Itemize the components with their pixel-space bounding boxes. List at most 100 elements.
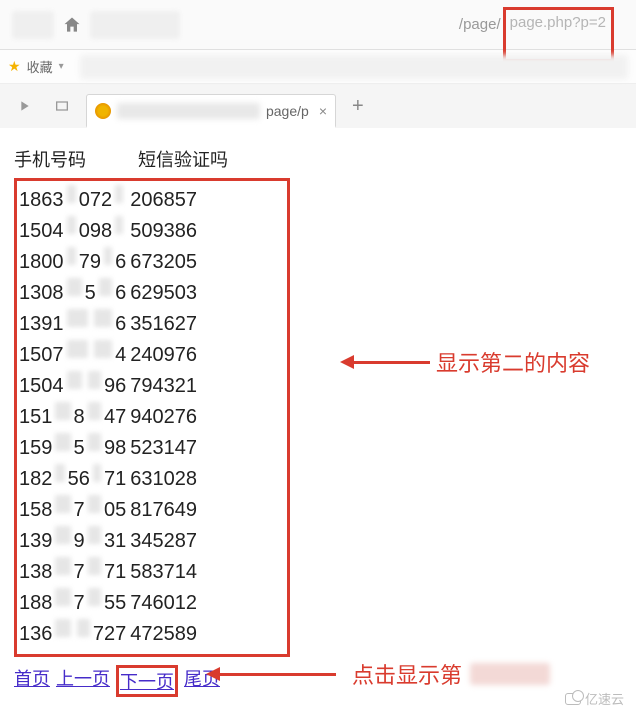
phone-blur xyxy=(55,402,70,420)
phone-part3: 6 xyxy=(115,278,126,309)
phone-part2: 5 xyxy=(74,433,85,464)
phone-part1: 1863 xyxy=(19,185,64,216)
page-next-link[interactable]: 下一页 xyxy=(120,672,174,692)
sms-code: 629503 xyxy=(130,278,197,309)
bookmark-label[interactable]: 收藏 xyxy=(27,57,53,76)
sms-code: 206857 xyxy=(130,185,197,216)
phone-part1: 158 xyxy=(19,495,52,526)
phone-blur xyxy=(88,557,101,575)
phone-part1: 1504 xyxy=(19,216,64,247)
bookmark-blur xyxy=(80,55,628,79)
phone-blur xyxy=(99,278,112,296)
phone-part1: 159 xyxy=(19,433,52,464)
phone-part3: 4 xyxy=(115,340,126,371)
phone-blur xyxy=(115,185,123,203)
home-icon[interactable] xyxy=(62,15,82,35)
table-row: 138771 583714 xyxy=(19,557,197,588)
phone-blur xyxy=(88,371,101,389)
phone-part2: 5 xyxy=(85,278,96,309)
phone-part1: 139 xyxy=(19,526,52,557)
table-header-row: 手机号码 短信验证吗 xyxy=(14,146,630,172)
phone-blur xyxy=(67,216,76,234)
page-next-highlight: 下一页 xyxy=(116,665,178,697)
close-icon[interactable]: × xyxy=(319,103,327,119)
table-row: 158705 817649 xyxy=(19,495,197,526)
table-row: 1825671 631028 xyxy=(19,464,197,495)
new-tab-button[interactable]: + xyxy=(346,95,370,118)
phone-part1: 182 xyxy=(19,464,52,495)
url-text-plain: /page/ xyxy=(459,16,501,33)
table-row: 1308 56 629503 xyxy=(19,278,197,309)
phone-part3: 96 xyxy=(104,371,126,402)
table-row: 1504098 509386 xyxy=(19,216,197,247)
watermark: 亿速云 xyxy=(559,687,630,710)
phone-blur xyxy=(55,495,70,513)
page-prev-link[interactable]: 上一页 xyxy=(56,665,110,697)
arrow-left-icon xyxy=(206,667,336,681)
phone-blur xyxy=(55,619,70,637)
phone-blur xyxy=(55,557,70,575)
star-icon[interactable]: ★ xyxy=(8,58,21,75)
sms-code: 673205 xyxy=(130,247,197,278)
tab-title-suffix: page/p xyxy=(266,103,309,119)
watermark-text: 亿速云 xyxy=(585,689,624,708)
bookmark-bar: ★ 收藏 ▾ xyxy=(0,50,636,84)
phone-part1: 1507 xyxy=(19,340,64,371)
phone-blur xyxy=(67,278,82,296)
phone-part2: 56 xyxy=(68,464,90,495)
phone-part3: 47 xyxy=(104,402,126,433)
tab-bar: page/p × + xyxy=(0,84,636,128)
page-first-link[interactable]: 首页 xyxy=(14,665,50,697)
url-text-highlighted: page.php?p=2 xyxy=(503,7,614,62)
phone-part2: 9 xyxy=(74,526,85,557)
annotation-2-text: 点击显示第 xyxy=(352,658,462,690)
phone-part3: 98 xyxy=(104,433,126,464)
phone-part2: 8 xyxy=(74,402,85,433)
table-row: 139931 345287 xyxy=(19,526,197,557)
sms-code: 345287 xyxy=(130,526,197,557)
phone-blur xyxy=(115,216,123,234)
header-phone: 手机号码 xyxy=(14,146,86,172)
phone-blur xyxy=(104,247,112,265)
table-row: 15074 240976 xyxy=(19,340,197,371)
favicon-icon xyxy=(95,103,111,119)
data-highlight-box: 1863072 2068571504098 5093861800796 6732… xyxy=(14,178,290,657)
annotation-2-blur xyxy=(470,663,550,685)
phone-blur xyxy=(88,495,101,513)
phone-blur xyxy=(67,340,88,358)
table-row: 136727 472589 xyxy=(19,619,197,650)
table-row: 159 5 98 523147 xyxy=(19,433,197,464)
table-row: 188 7 55 746012 xyxy=(19,588,197,619)
phone-part1: 188 xyxy=(19,588,52,619)
phone-part1: 151 xyxy=(19,402,52,433)
phone-part3: 727 xyxy=(93,619,126,650)
nav-blur xyxy=(12,11,54,39)
sms-code: 746012 xyxy=(130,588,197,619)
phone-part3: 71 xyxy=(104,464,126,495)
tabs-icon[interactable] xyxy=(48,92,76,120)
annotation-1: 显示第二的内容 xyxy=(340,346,590,378)
annotation-2: 点击显示第 xyxy=(206,658,550,690)
phone-blur xyxy=(55,526,70,544)
table-row: 1800796 673205 xyxy=(19,247,197,278)
phone-blur xyxy=(55,588,70,606)
phone-part1: 138 xyxy=(19,557,52,588)
sms-code: 817649 xyxy=(130,495,197,526)
browser-tab[interactable]: page/p × xyxy=(86,94,336,128)
cloud-icon xyxy=(565,693,581,705)
phone-part2: 7 xyxy=(74,588,85,619)
chevron-down-icon[interactable]: ▾ xyxy=(59,61,64,72)
phone-part1: 1308 xyxy=(19,278,64,309)
table-row: 150496 794321 xyxy=(19,371,197,402)
phone-part3: 55 xyxy=(104,588,126,619)
phone-part2: 7 xyxy=(74,495,85,526)
arrow-left-icon xyxy=(340,355,430,369)
phone-blur xyxy=(94,309,113,327)
sms-code: 523147 xyxy=(130,433,197,464)
phone-blur xyxy=(88,433,101,451)
phone-blur xyxy=(55,433,70,451)
sms-code: 940276 xyxy=(130,402,197,433)
sidebar-toggle-icon[interactable] xyxy=(10,92,38,120)
address-bar[interactable]: /page/ page.php?p=2 xyxy=(188,10,624,40)
browser-top-bar: /page/ page.php?p=2 xyxy=(0,0,636,50)
